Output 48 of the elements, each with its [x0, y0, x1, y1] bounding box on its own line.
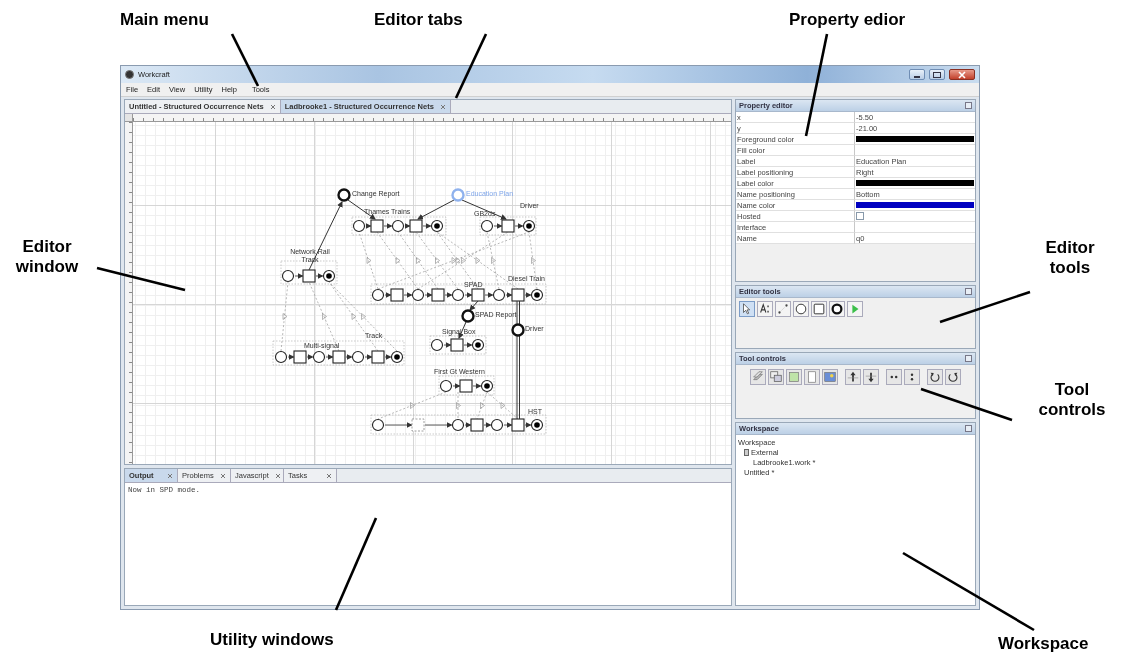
tool-button[interactable]	[829, 301, 845, 317]
callout-label: Utility windows	[210, 630, 334, 650]
minimize-button[interactable]	[909, 69, 925, 80]
control-button[interactable]	[886, 369, 902, 385]
expand-toggle[interactable]	[744, 448, 749, 456]
control-button[interactable]	[945, 369, 961, 385]
minimize-icon	[914, 75, 920, 78]
control-button[interactable]	[904, 369, 920, 385]
value-cell[interactable]	[855, 145, 975, 156]
windows-icon	[769, 369, 783, 385]
tool-button[interactable]	[793, 301, 809, 317]
maximize-button[interactable]	[929, 69, 945, 80]
close-icon[interactable]	[965, 102, 972, 109]
close-icon[interactable]	[326, 472, 332, 479]
value-cell[interactable]	[855, 211, 975, 222]
maximize-icon	[933, 71, 941, 78]
ring-icon	[830, 301, 844, 317]
page-icon	[805, 369, 819, 385]
close-icon[interactable]	[965, 288, 972, 295]
callout-label: Editor tabs	[374, 10, 463, 30]
close-icon	[958, 70, 966, 79]
picture-icon	[823, 369, 837, 385]
circle-icon	[794, 301, 808, 317]
close-icon[interactable]	[274, 472, 281, 479]
close-icon[interactable]	[269, 103, 276, 110]
square-icon	[787, 369, 801, 385]
leader-line	[454, 33, 488, 99]
close-button[interactable]	[949, 69, 975, 80]
control-button[interactable]	[927, 369, 943, 385]
close-icon[interactable]	[965, 425, 972, 432]
control-button[interactable]	[845, 369, 861, 385]
leader-line	[230, 33, 260, 87]
value-cell[interactable]	[855, 222, 975, 233]
control-button[interactable]	[863, 369, 879, 385]
app-icon	[125, 70, 134, 79]
tool-button[interactable]	[757, 301, 773, 317]
callout-label: Main menu	[120, 10, 209, 30]
callout-label: Workspace	[998, 634, 1089, 654]
callout-label: Tool controls	[1037, 380, 1107, 420]
callout-label: Property edior	[789, 10, 906, 30]
checkbox[interactable]	[856, 212, 864, 220]
square-icon	[812, 301, 826, 317]
callout-label: Editor tools	[1044, 238, 1096, 278]
close-icon[interactable]	[220, 472, 226, 479]
close-icon[interactable]	[965, 355, 972, 362]
close-icon[interactable]	[439, 103, 446, 110]
close-icon[interactable]	[167, 472, 173, 479]
callout-label: Editor window	[14, 237, 80, 277]
